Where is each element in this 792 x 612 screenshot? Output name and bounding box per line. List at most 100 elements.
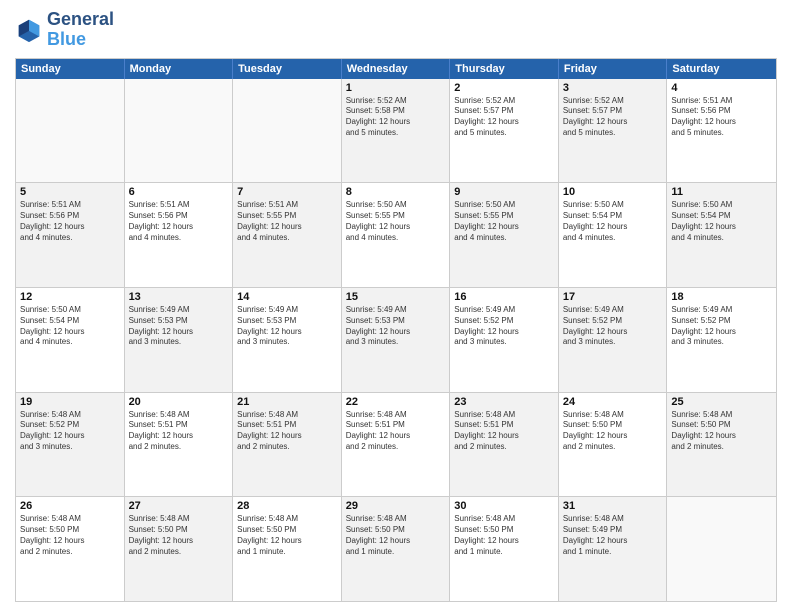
calendar-cell: 10Sunrise: 5:50 AM Sunset: 5:54 PM Dayli… <box>559 183 668 287</box>
calendar-cell: 18 Sunrise: 5:49 AM Sunset: 5:52 PM Dayli… <box>667 288 776 392</box>
cell-info: Sunrise: 5:49 AM Sunset: 5:53 PM Dayligh… <box>129 305 229 348</box>
day-number: 11 <box>671 186 772 198</box>
day-number: 26 <box>20 500 120 512</box>
calendar-cell: 30Sunrise: 5:48 AM Sunset: 5:50 PM Dayli… <box>450 497 559 601</box>
cell-info: Sunrise: 5:48 AM Sunset: 5:51 PM Dayligh… <box>237 410 337 453</box>
cell-info: Sunrise: 5:48 AM Sunset: 5:50 PM Dayligh… <box>563 410 663 453</box>
cell-info: Sunrise: 5:50 AM Sunset: 5:54 PM Dayligh… <box>563 200 663 243</box>
calendar-cell: 23 Sunrise: 5:48 AM Sunset: 5:51 PM Dayli… <box>450 393 559 497</box>
calendar-cell: 11 Sunrise: 5:50 AM Sunset: 5:54 PM Dayli… <box>667 183 776 287</box>
cell-info: Sunrise: 5:48 AM Sunset: 5:50 PM Dayligh… <box>237 514 337 557</box>
day-number: 23 <box>454 396 554 408</box>
cell-info: Sunrise: 5:51 AM Sunset: 5:56 PM Dayligh… <box>20 200 120 243</box>
calendar-header: SundayMondayTuesdayWednesdayThursdayFrid… <box>16 59 776 79</box>
day-number: 15 <box>346 291 446 303</box>
calendar-cell <box>125 79 234 183</box>
page: General Blue SundayMondayTuesdayWednesda… <box>0 0 792 612</box>
calendar-cell: 12 Sunrise: 5:50 AM Sunset: 5:54 PM Dayli… <box>16 288 125 392</box>
day-number: 2 <box>454 82 554 94</box>
day-number: 16 <box>454 291 554 303</box>
cell-info: Sunrise: 5:48 AM Sunset: 5:50 PM Dayligh… <box>671 410 772 453</box>
cell-info: Sunrise: 5:48 AM Sunset: 5:50 PM Dayligh… <box>20 514 120 557</box>
calendar-cell: 7 Sunrise: 5:51 AM Sunset: 5:55 PM Daylig… <box>233 183 342 287</box>
cell-info: Sunrise: 5:50 AM Sunset: 5:54 PM Dayligh… <box>20 305 120 348</box>
weekday-header: Sunday <box>16 59 125 79</box>
cell-info: Sunrise: 5:51 AM Sunset: 5:56 PM Dayligh… <box>129 200 229 243</box>
day-number: 9 <box>454 186 554 198</box>
day-number: 27 <box>129 500 229 512</box>
day-number: 19 <box>20 396 120 408</box>
day-number: 24 <box>563 396 663 408</box>
cell-info: Sunrise: 5:49 AM Sunset: 5:53 PM Dayligh… <box>237 305 337 348</box>
cell-info: Sunrise: 5:48 AM Sunset: 5:52 PM Dayligh… <box>20 410 120 453</box>
calendar-cell: 8 Sunrise: 5:50 AM Sunset: 5:55 PM Daylig… <box>342 183 451 287</box>
calendar-cell: 22 Sunrise: 5:48 AM Sunset: 5:51 PM Dayli… <box>342 393 451 497</box>
calendar-body: 1 Sunrise: 5:52 AM Sunset: 5:58 PM Daylig… <box>16 79 776 601</box>
cell-info: Sunrise: 5:49 AM Sunset: 5:52 PM Dayligh… <box>563 305 663 348</box>
day-number: 8 <box>346 186 446 198</box>
day-number: 4 <box>671 82 772 94</box>
cell-info: Sunrise: 5:48 AM Sunset: 5:51 PM Dayligh… <box>454 410 554 453</box>
calendar-cell: 20 Sunrise: 5:48 AM Sunset: 5:51 PM Dayli… <box>125 393 234 497</box>
logo-line2: Blue <box>47 30 114 50</box>
day-number: 17 <box>563 291 663 303</box>
cell-info: Sunrise: 5:50 AM Sunset: 5:55 PM Dayligh… <box>346 200 446 243</box>
day-number: 13 <box>129 291 229 303</box>
day-number: 22 <box>346 396 446 408</box>
cell-info: Sunrise: 5:48 AM Sunset: 5:51 PM Dayligh… <box>346 410 446 453</box>
calendar-row: 1 Sunrise: 5:52 AM Sunset: 5:58 PM Daylig… <box>16 79 776 184</box>
cell-info: Sunrise: 5:48 AM Sunset: 5:50 PM Dayligh… <box>129 514 229 557</box>
calendar-cell: 31Sunrise: 5:48 AM Sunset: 5:49 PM Dayli… <box>559 497 668 601</box>
day-number: 1 <box>346 82 446 94</box>
calendar-cell: 24 Sunrise: 5:48 AM Sunset: 5:50 PM Dayli… <box>559 393 668 497</box>
calendar-row: 5 Sunrise: 5:51 AM Sunset: 5:56 PM Daylig… <box>16 183 776 288</box>
calendar-cell: 9 Sunrise: 5:50 AM Sunset: 5:55 PM Daylig… <box>450 183 559 287</box>
calendar-cell: 15 Sunrise: 5:49 AM Sunset: 5:53 PM Dayli… <box>342 288 451 392</box>
day-number: 28 <box>237 500 337 512</box>
cell-info: Sunrise: 5:52 AM Sunset: 5:58 PM Dayligh… <box>346 96 446 139</box>
weekday-header: Wednesday <box>342 59 451 79</box>
calendar-cell: 16 Sunrise: 5:49 AM Sunset: 5:52 PM Dayli… <box>450 288 559 392</box>
cell-info: Sunrise: 5:51 AM Sunset: 5:55 PM Dayligh… <box>237 200 337 243</box>
weekday-header: Tuesday <box>233 59 342 79</box>
calendar: SundayMondayTuesdayWednesdayThursdayFrid… <box>15 58 777 602</box>
calendar-row: 12 Sunrise: 5:50 AM Sunset: 5:54 PM Dayli… <box>16 288 776 393</box>
logo-line1: General <box>47 10 114 30</box>
calendar-cell: 1 Sunrise: 5:52 AM Sunset: 5:58 PM Daylig… <box>342 79 451 183</box>
calendar-cell: 6Sunrise: 5:51 AM Sunset: 5:56 PM Daylig… <box>125 183 234 287</box>
day-number: 7 <box>237 186 337 198</box>
calendar-cell: 27 Sunrise: 5:48 AM Sunset: 5:50 PM Dayli… <box>125 497 234 601</box>
calendar-cell: 3 Sunrise: 5:52 AM Sunset: 5:57 PM Daylig… <box>559 79 668 183</box>
calendar-cell: 14Sunrise: 5:49 AM Sunset: 5:53 PM Dayli… <box>233 288 342 392</box>
calendar-cell: 17 Sunrise: 5:49 AM Sunset: 5:52 PM Dayli… <box>559 288 668 392</box>
calendar-cell: 2 Sunrise: 5:52 AM Sunset: 5:57 PM Daylig… <box>450 79 559 183</box>
cell-info: Sunrise: 5:52 AM Sunset: 5:57 PM Dayligh… <box>563 96 663 139</box>
cell-info: Sunrise: 5:52 AM Sunset: 5:57 PM Dayligh… <box>454 96 554 139</box>
weekday-header: Friday <box>559 59 668 79</box>
cell-info: Sunrise: 5:50 AM Sunset: 5:54 PM Dayligh… <box>671 200 772 243</box>
day-number: 31 <box>563 500 663 512</box>
day-number: 5 <box>20 186 120 198</box>
logo: General Blue <box>15 10 114 50</box>
calendar-cell: 5 Sunrise: 5:51 AM Sunset: 5:56 PM Daylig… <box>16 183 125 287</box>
day-number: 29 <box>346 500 446 512</box>
calendar-cell: 4Sunrise: 5:51 AM Sunset: 5:56 PM Daylig… <box>667 79 776 183</box>
day-number: 21 <box>237 396 337 408</box>
cell-info: Sunrise: 5:48 AM Sunset: 5:51 PM Dayligh… <box>129 410 229 453</box>
day-number: 12 <box>20 291 120 303</box>
calendar-cell <box>16 79 125 183</box>
cell-info: Sunrise: 5:49 AM Sunset: 5:52 PM Dayligh… <box>671 305 772 348</box>
cell-info: Sunrise: 5:50 AM Sunset: 5:55 PM Dayligh… <box>454 200 554 243</box>
calendar-cell <box>667 497 776 601</box>
logo-icon <box>15 16 43 44</box>
day-number: 3 <box>563 82 663 94</box>
calendar-row: 26 Sunrise: 5:48 AM Sunset: 5:50 PM Dayli… <box>16 497 776 601</box>
cell-info: Sunrise: 5:49 AM Sunset: 5:53 PM Dayligh… <box>346 305 446 348</box>
calendar-cell: 26 Sunrise: 5:48 AM Sunset: 5:50 PM Dayli… <box>16 497 125 601</box>
day-number: 20 <box>129 396 229 408</box>
day-number: 18 <box>671 291 772 303</box>
weekday-header: Saturday <box>667 59 776 79</box>
cell-info: Sunrise: 5:49 AM Sunset: 5:52 PM Dayligh… <box>454 305 554 348</box>
calendar-row: 19 Sunrise: 5:48 AM Sunset: 5:52 PM Dayli… <box>16 393 776 498</box>
weekday-header: Thursday <box>450 59 559 79</box>
